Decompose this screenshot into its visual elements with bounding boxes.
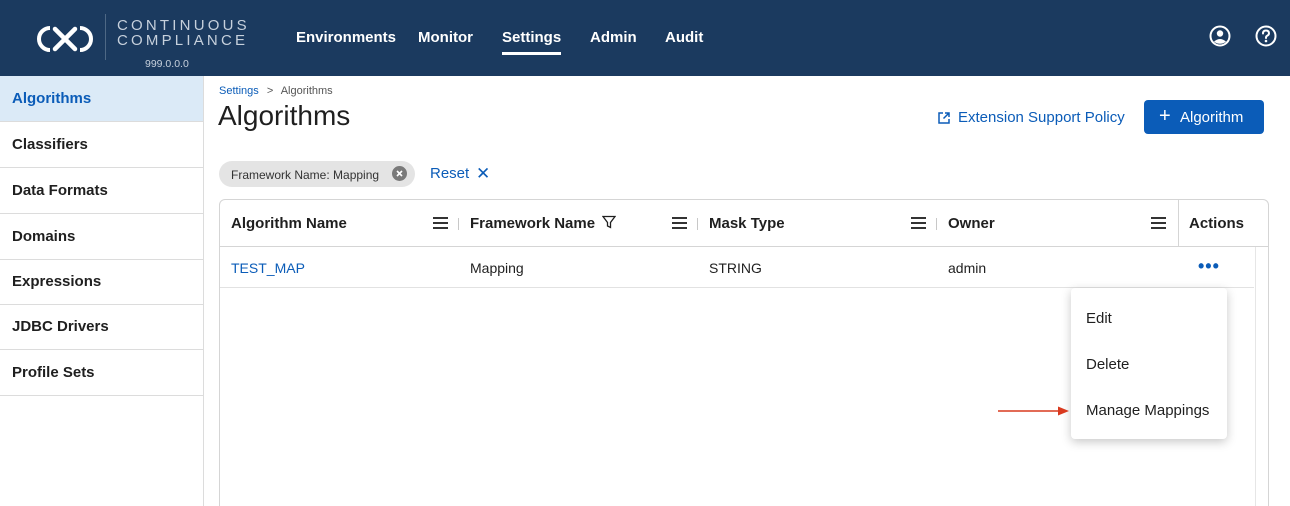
brand-name: CONTINUOUS COMPLIANCE [117, 18, 250, 48]
breadcrumb-separator: > [266, 85, 274, 97]
filter-icon [601, 215, 617, 229]
vertical-scrollbar[interactable] [1255, 247, 1256, 506]
add-algorithm-button[interactable]: + Algorithm [1144, 100, 1264, 134]
reset-label: Reset [430, 165, 470, 182]
external-link-icon [938, 112, 950, 124]
column-header-algorithm-name[interactable]: Algorithm Name [231, 215, 347, 232]
column-menu-icon[interactable] [911, 217, 926, 229]
nav-settings[interactable]: Settings [502, 29, 562, 55]
column-menu-icon[interactable] [433, 217, 448, 229]
column-header-mask-type[interactable]: Mask Type [709, 215, 785, 232]
account-icon[interactable] [1209, 25, 1231, 47]
extension-support-policy-label: Extension Support Policy [958, 109, 1125, 126]
column-divider[interactable] [936, 218, 937, 230]
nav-environments[interactable]: Environments [296, 29, 396, 46]
column-divider[interactable] [697, 218, 698, 230]
top-navigation-bar: CONTINUOUS COMPLIANCE 999.0.0.0 Environm… [0, 0, 1290, 76]
column-menu-icon[interactable] [672, 217, 687, 229]
nav-admin[interactable]: Admin [590, 29, 637, 46]
nav-monitor[interactable]: Monitor [418, 29, 473, 46]
row-actions-menu: Edit Delete Manage Mappings [1071, 288, 1227, 439]
breadcrumb-settings-link[interactable]: Settings [219, 85, 259, 97]
nav-audit[interactable]: Audit [665, 29, 703, 46]
column-header-owner[interactable]: Owner [948, 215, 995, 232]
remove-filter-icon[interactable] [392, 166, 407, 181]
actions-column-divider [1178, 200, 1179, 247]
menu-item-delete[interactable]: Delete [1086, 356, 1129, 373]
plus-icon: + [1159, 105, 1171, 127]
menu-item-edit[interactable]: Edit [1086, 310, 1112, 327]
sidebar-item-domains[interactable]: Domains [0, 214, 203, 260]
page-title: Algorithms [218, 100, 351, 131]
close-icon: ✕ [476, 164, 491, 183]
breadcrumb: Settings > Algorithms [219, 85, 333, 97]
sidebar-item-classifiers[interactable]: Classifiers [0, 122, 203, 168]
column-header-actions: Actions [1189, 215, 1245, 232]
column-header-framework-name[interactable]: Framework Name [470, 215, 617, 232]
filter-chip-label: Framework Name: Mapping [231, 168, 380, 182]
owner-cell: admin [948, 260, 987, 276]
brand-line-2: COMPLIANCE [117, 32, 249, 49]
framework-name-cell: Mapping [470, 260, 524, 276]
annotation-arrow-icon [998, 406, 1069, 416]
brand-line-1: CONTINUOUS [117, 17, 250, 34]
column-menu-icon[interactable] [1151, 217, 1166, 229]
column-divider[interactable] [458, 218, 459, 230]
table-header: Algorithm Name Framework Name Mask Type … [220, 200, 1268, 247]
sidebar-item-data-formats[interactable]: Data Formats [0, 168, 203, 214]
logo-divider [105, 14, 106, 60]
sidebar-item-jdbc-drivers[interactable]: JDBC Drivers [0, 304, 203, 350]
add-algorithm-label: Algorithm [1180, 109, 1244, 126]
logo-icon [37, 26, 93, 52]
breadcrumb-current: Algorithms [280, 85, 333, 97]
framework-name-label: Framework Name [470, 215, 596, 232]
table-row: TEST_MAP Mapping STRING admin ••• [220, 247, 1254, 288]
help-icon[interactable] [1255, 25, 1277, 47]
filter-chip: Framework Name: Mapping [219, 161, 415, 187]
sidebar: Algorithms Classifiers Data Formats Doma… [0, 76, 204, 506]
algorithm-name-cell[interactable]: TEST_MAP [231, 260, 305, 276]
sidebar-item-expressions[interactable]: Expressions [0, 259, 203, 305]
reset-filters-button[interactable]: Reset ✕ [430, 164, 490, 183]
row-actions-more-icon[interactable]: ••• [1198, 256, 1220, 277]
mask-type-cell: STRING [709, 260, 762, 276]
version-label: 999.0.0.0 [145, 58, 189, 70]
menu-item-manage-mappings[interactable]: Manage Mappings [1086, 402, 1209, 419]
sidebar-item-algorithms[interactable]: Algorithms [0, 76, 203, 122]
sidebar-item-profile-sets[interactable]: Profile Sets [0, 350, 203, 396]
